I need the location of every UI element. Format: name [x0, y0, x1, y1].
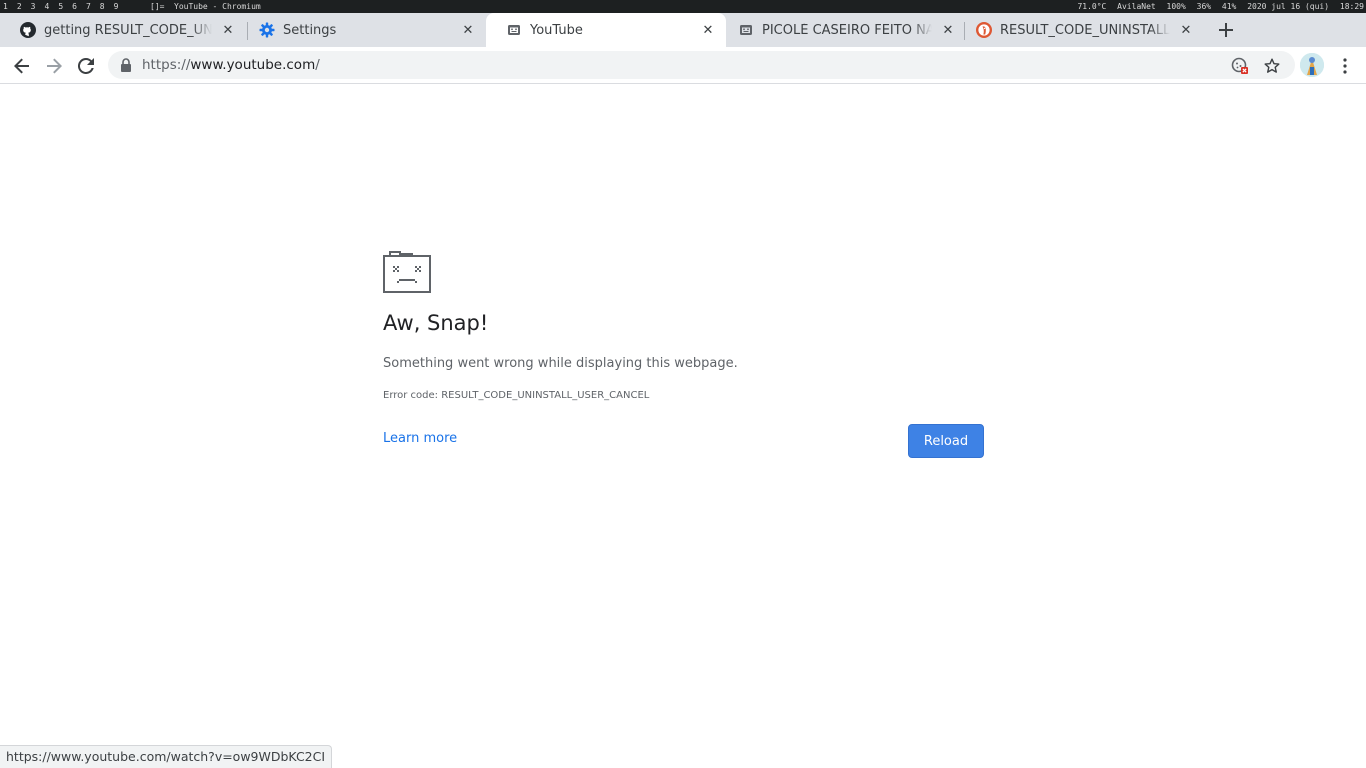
workspace-6[interactable]: 6 — [72, 0, 77, 13]
workspace-1[interactable]: 1 — [3, 0, 8, 13]
tab-duckduckgo[interactable]: RESULT_CODE_UNINSTALL_USER_CANCEL ✕ — [956, 13, 1204, 47]
workspace-2[interactable]: 2 — [17, 0, 22, 13]
error-headline: Aw, Snap! — [383, 311, 489, 335]
kebab-menu-icon — [1343, 58, 1347, 74]
sad-tab-icon — [506, 22, 522, 38]
error-message: Something went wrong while displaying th… — [383, 356, 738, 371]
status-bubble-url: https://www.youtube.com/watch?v=ow9WDbKC… — [0, 745, 333, 768]
github-icon — [20, 22, 36, 38]
network-name: AvilaNet — [1117, 2, 1156, 11]
plus-icon — [1219, 23, 1233, 37]
date-readout: 2020 jul 16 (qui) — [1247, 2, 1330, 11]
address-bar[interactable]: https://www.youtube.com/ — [108, 51, 1295, 79]
tab-github[interactable]: getting RESULT_CODE_UNINSTALL_USER_CANCE… — [0, 13, 246, 47]
workspace-3[interactable]: 3 — [31, 0, 36, 13]
arrow-left-icon — [14, 58, 29, 74]
reload-button[interactable]: Reload — [908, 424, 984, 458]
gear-icon — [259, 22, 275, 38]
workspace-4[interactable]: 4 — [44, 0, 49, 13]
tab-close-button[interactable]: ✕ — [1176, 20, 1196, 40]
status-widgets: 71.0°C AvilaNet 100% 36% 41% 2020 jul 16… — [1071, 0, 1364, 13]
tab-settings[interactable]: Settings ✕ — [239, 13, 486, 47]
clock: 18:29 — [1339, 2, 1364, 11]
bookmark-star-icon[interactable] — [1263, 57, 1281, 75]
error-code: Error code: RESULT_CODE_UNINSTALL_USER_C… — [383, 390, 650, 401]
url-path: / — [315, 57, 320, 73]
system-status-bar: 123456789 []= YouTube - Chromium 71.0°C … — [0, 0, 1366, 13]
cookie-blocked-icon[interactable] — [1231, 57, 1249, 75]
forward-button[interactable] — [41, 53, 67, 79]
tab-title: PICOLÉ CASEIRO FEITO NA CASA — [762, 22, 932, 38]
page-content: Aw, Snap! Something went wrong while dis… — [0, 85, 1366, 768]
tab-close-button[interactable]: ✕ — [218, 20, 238, 40]
profile-avatar[interactable] — [1300, 53, 1324, 77]
workspace-9[interactable]: 9 — [114, 0, 119, 13]
url-scheme: https:// — [142, 57, 191, 73]
tab-title: RESULT_CODE_UNINSTALL_USER_CANCEL — [1000, 22, 1170, 38]
temperature-readout: 71.0°C — [1077, 2, 1107, 11]
tab-picole[interactable]: PICOLÉ CASEIRO FEITO NA CASA ✕ — [718, 13, 966, 47]
brightness-level: 36% — [1196, 2, 1212, 11]
tab-title: getting RESULT_CODE_UNINSTALL_USER_CANCE… — [44, 22, 212, 38]
workspace-5[interactable]: 5 — [58, 0, 63, 13]
workspace-list: 123456789 — [3, 0, 127, 13]
browser-toolbar: https://www.youtube.com/ — [0, 47, 1366, 84]
reload-toolbar-button[interactable] — [73, 53, 99, 79]
tab-title: YouTube — [530, 22, 692, 38]
workspace-8[interactable]: 8 — [100, 0, 105, 13]
battery-level: 100% — [1166, 2, 1186, 11]
tab-strip: getting RESULT_CODE_UNINSTALL_USER_CANCE… — [0, 13, 1366, 47]
window-title: YouTube - Chromium — [174, 2, 261, 11]
new-tab-button[interactable] — [1214, 18, 1238, 42]
url-text[interactable]: https://www.youtube.com/ — [142, 51, 320, 79]
volume-level: 41% — [1221, 2, 1237, 11]
sad-folder-icon — [383, 251, 431, 293]
lock-icon[interactable] — [120, 58, 132, 72]
arrow-right-icon — [47, 58, 62, 74]
learn-more-link[interactable]: Learn more — [383, 431, 457, 446]
tab-close-button[interactable]: ✕ — [458, 20, 478, 40]
tab-close-button[interactable]: ✕ — [698, 20, 718, 40]
workspace-7[interactable]: 7 — [86, 0, 91, 13]
sad-tab-icon — [738, 22, 754, 38]
menu-button[interactable] — [1336, 53, 1354, 79]
back-button[interactable] — [9, 53, 35, 79]
duckduckgo-icon — [976, 22, 992, 38]
tab-title: Settings — [283, 22, 452, 38]
url-host: www.youtube.com — [190, 57, 316, 73]
layout-indicator: []= — [150, 2, 165, 11]
refresh-icon — [78, 58, 94, 74]
tab-close-button[interactable]: ✕ — [938, 20, 958, 40]
tab-youtube-active[interactable]: YouTube ✕ — [486, 13, 726, 47]
avatar-image — [1300, 53, 1324, 77]
